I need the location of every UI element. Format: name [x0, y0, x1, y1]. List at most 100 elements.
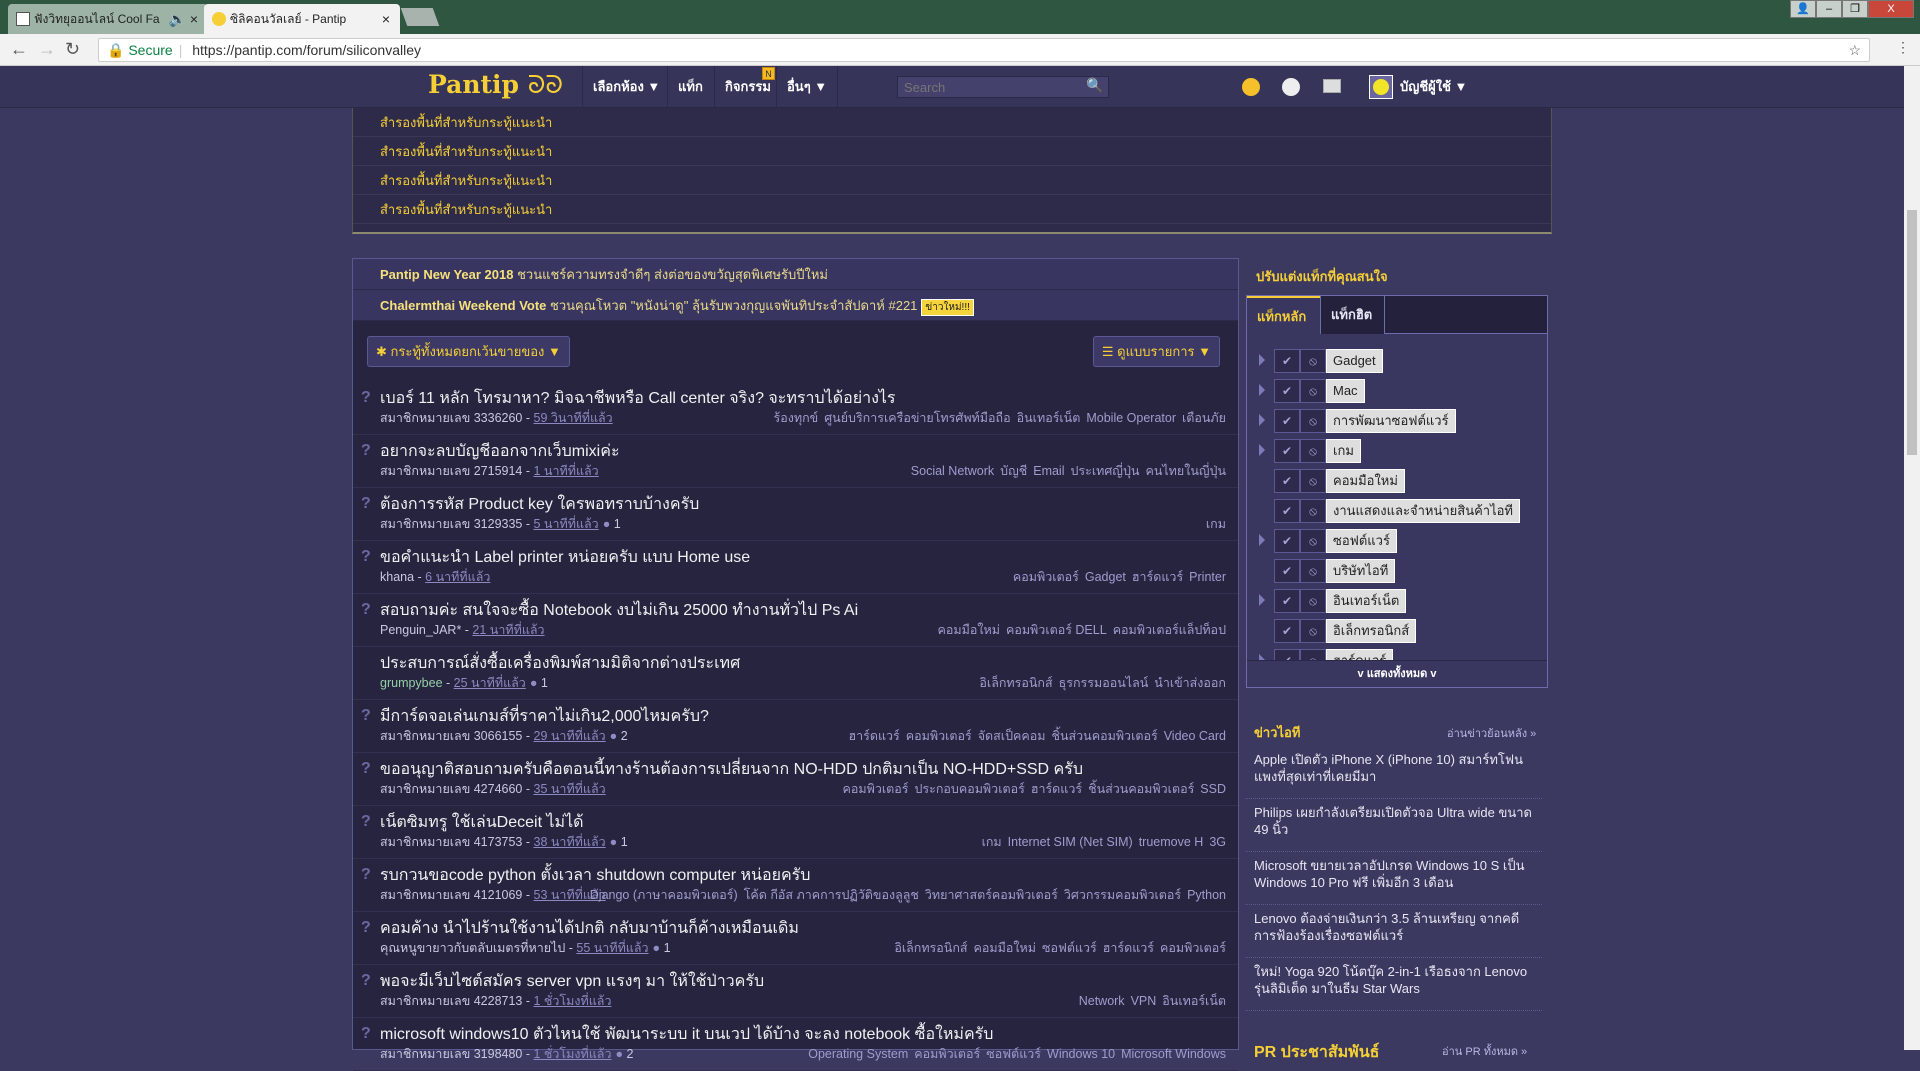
expand-arrow-icon[interactable]	[1259, 354, 1265, 366]
pr-all-link[interactable]: อ่าน PR ทั้งหมด »	[1442, 1042, 1527, 1060]
topic-tag[interactable]: เกม	[1206, 517, 1226, 531]
forward-icon[interactable]: →	[38, 39, 56, 60]
topic-tag[interactable]: คอมพิวเตอร์แล็ปท็อป	[1113, 623, 1226, 637]
block-icon[interactable]: ⦸	[1300, 439, 1326, 463]
expand-arrow-icon[interactable]	[1259, 444, 1265, 456]
close-tab-icon[interactable]: ×	[382, 4, 390, 34]
topic-author[interactable]: สมาชิกหมายเลข 4173753	[380, 835, 522, 849]
topic-row[interactable]: ประสบการณ์สั่งซื้อเครื่องพิมพ์สามมิติจาก…	[353, 647, 1238, 700]
block-icon[interactable]: ⦸	[1300, 529, 1326, 553]
topic-row[interactable]: ? เน็ตซิมทรู ใช้เล่นDeceit ไม่ได้ สมาชิก…	[353, 806, 1238, 859]
topic-author[interactable]: Penguin_JAR*	[380, 623, 461, 637]
topic-row[interactable]: ? ขอคำแนะนำ Label printer หน่อยครับ แบบ …	[353, 541, 1238, 594]
topic-time[interactable]: 1 ชั่วโมงที่แล้ว	[534, 994, 612, 1008]
announcement[interactable]: Pantip New Year 2018 ชวนแชร์ความทรงจำดีๆ…	[353, 259, 1238, 290]
follow-check-icon[interactable]: ✔	[1274, 409, 1300, 433]
block-icon[interactable]: ⦸	[1300, 559, 1326, 583]
topic-time[interactable]: 5 นาทีที่แล้ว	[534, 517, 599, 531]
topic-time[interactable]: 21 นาทีที่แล้ว	[472, 623, 544, 637]
topic-tag[interactable]: อินเทอร์เน็ต	[1017, 411, 1081, 425]
menu-icon[interactable]: ⋮	[1896, 39, 1910, 56]
topic-tag[interactable]: คอมพิวเตอร์	[1160, 941, 1226, 955]
topic-tag[interactable]: Internet SIM (Net SIM)	[1008, 835, 1133, 849]
block-icon[interactable]: ⦸	[1300, 499, 1326, 523]
topic-author[interactable]: สมาชิกหมายเลข 4121069	[380, 888, 522, 902]
scrollbar-thumb[interactable]	[1907, 210, 1917, 455]
tag-name[interactable]: อินเทอร์เน็ต	[1326, 589, 1407, 613]
nav-more[interactable]: อื่นๆ ▼	[776, 66, 839, 108]
reserved-slot[interactable]: สำรองพื้นที่สำหรับกระทู้แนะนำ	[353, 195, 1551, 224]
topic-tag[interactable]: ซอฟต์แวร์	[986, 1047, 1041, 1061]
url-input[interactable]: 🔒 Secure | https://pantip.com/forum/silic…	[98, 38, 1870, 62]
topic-filter-dropdown[interactable]: ✱ กระทู้ทั้งหมดยกเว้นขายของ ▼	[367, 336, 570, 367]
block-icon[interactable]: ⦸	[1300, 619, 1326, 643]
topic-tag[interactable]: 3G	[1209, 835, 1226, 849]
topic-tag[interactable]: Gadget	[1085, 570, 1126, 584]
tab-main-tags[interactable]: แท็กหลัก	[1247, 296, 1320, 334]
topic-tag[interactable]: ชิ้นส่วนคอมพิวเตอร์	[1051, 729, 1157, 743]
topic-tag[interactable]: อิเล็กทรอนิกส์	[894, 941, 967, 955]
back-icon[interactable]: ←	[10, 39, 28, 60]
topic-tag[interactable]: คนไทยในญี่ปุ่น	[1145, 464, 1226, 478]
topic-row[interactable]: ? microsoft windows10 ตัวไหนใช้ พัฒนาระบ…	[353, 1018, 1238, 1071]
browser-tab-active[interactable]: ซิลิคอนวัลเลย์ - Pantip ×	[204, 4, 400, 34]
topic-tag[interactable]: ฮาร์ดแวร์	[848, 729, 899, 743]
topic-tag[interactable]: truemove H	[1139, 835, 1204, 849]
topic-tag[interactable]: บัญชี	[1000, 464, 1027, 478]
pantip-logo[interactable]: Pantip ᘐᘐ	[428, 70, 563, 100]
topic-tag[interactable]: ฮาร์ดแวร์	[1031, 782, 1082, 796]
message-icon[interactable]	[1323, 79, 1341, 93]
topic-tag[interactable]: วิศวกรรมคอมพิวเตอร์	[1064, 888, 1181, 902]
topic-tag[interactable]: วิทยาศาสตร์คอมพิวเตอร์	[925, 888, 1058, 902]
follow-check-icon[interactable]: ✔	[1274, 469, 1300, 493]
topic-tag[interactable]: โค้ด กีอัส ภาคการปฏิวัติของลูลูช	[744, 888, 919, 902]
topic-tag[interactable]: ศูนย์บริการเครือข่ายโทรศัพท์มือถือ	[824, 411, 1010, 425]
follow-check-icon[interactable]: ✔	[1274, 589, 1300, 613]
topic-time[interactable]: 25 นาทีที่แล้ว	[454, 676, 526, 690]
emoticon-icon[interactable]	[1282, 78, 1300, 96]
topic-author[interactable]: สมาชิกหมายเลข 2715914	[380, 464, 522, 478]
tag-name[interactable]: เกม	[1326, 439, 1361, 463]
topic-author[interactable]: สมาชิกหมายเลข 3129335	[380, 517, 522, 531]
reserved-slot[interactable]: สำรองพื้นที่สำหรับกระทู้แนะนำ	[353, 108, 1551, 137]
topic-tag[interactable]: Network	[1079, 994, 1125, 1008]
block-icon[interactable]: ⦸	[1300, 379, 1326, 403]
expand-arrow-icon[interactable]	[1259, 534, 1265, 546]
topic-row[interactable]: ? รบกวนขอcode python ตั้งเวลา shutdown c…	[353, 859, 1238, 912]
news-item[interactable]: ใหม่! Yoga 920 โน้ตบุ๊ค 2-in-1 เรือธงจาก…	[1245, 958, 1542, 1011]
topic-time[interactable]: 29 นาทีที่แล้ว	[534, 729, 606, 743]
topic-tag[interactable]: คอมมือใหม่	[938, 623, 1000, 637]
topic-time[interactable]: 1 ชั่วโมงที่แล้ว	[534, 1047, 612, 1061]
show-all-tags-button[interactable]: v แสดงทั้งหมด v	[1247, 660, 1547, 687]
topic-tag[interactable]: อินเทอร์เน็ต	[1162, 994, 1226, 1008]
topic-tag[interactable]: Printer	[1189, 570, 1226, 584]
follow-check-icon[interactable]: ✔	[1274, 439, 1300, 463]
announcement[interactable]: Chalermthai Weekend Vote ชวนคุณโหวต "หนั…	[353, 290, 1238, 321]
topic-tag[interactable]: ชิ้นส่วนคอมพิวเตอร์	[1088, 782, 1194, 796]
topic-tag[interactable]: คอมพิวเตอร์	[906, 729, 972, 743]
reserved-slot[interactable]: สำรองพื้นที่สำหรับกระทู้แนะนำ	[353, 166, 1551, 195]
topic-author[interactable]: grumpybee	[380, 676, 443, 690]
topic-time[interactable]: 55 นาทีที่แล้ว	[576, 941, 648, 955]
tag-name[interactable]: ซอฟต์แวร์	[1326, 529, 1397, 553]
topic-tag[interactable]: นำเข้าส่งออก	[1154, 676, 1226, 690]
topic-tag[interactable]: คอมพิวเตอร์	[914, 1047, 980, 1061]
topic-time[interactable]: 1 นาทีที่แล้ว	[534, 464, 599, 478]
topic-tag[interactable]: ประกอบคอมพิวเตอร์	[914, 782, 1024, 796]
news-item[interactable]: Apple เปิดตัว iPhone X (iPhone 10) สมาร์…	[1245, 746, 1542, 799]
block-icon[interactable]: ⦸	[1300, 469, 1326, 493]
topic-tag[interactable]: จัดสเป็คคอม	[978, 729, 1046, 743]
topic-tag[interactable]: Video Card	[1164, 729, 1226, 743]
topic-tag[interactable]: Social Network	[911, 464, 994, 478]
topic-row[interactable]: ? มีการ์ดจอเล่นเกมส์ที่ราคาไม่เกิน2,000ไ…	[353, 700, 1238, 753]
tag-name[interactable]: อิเล็กทรอนิกส์	[1326, 619, 1417, 643]
news-item[interactable]: Microsoft ขยายเวลาอัปเกรด Windows 10 S เ…	[1245, 852, 1542, 905]
news-item[interactable]: Philips เผยกำลังเตรียมเปิดตัวจอ Ultra wi…	[1245, 799, 1542, 852]
reload-icon[interactable]: ↻	[65, 39, 80, 60]
topic-author[interactable]: สมาชิกหมายเลข 3198480	[380, 1047, 522, 1061]
account-menu[interactable]: บัญชีผู้ใช้ ▼	[1400, 66, 1467, 108]
browser-tab[interactable]: ฟังวิทยุออนไลน์ Cool Fa 🔈 ×	[8, 4, 208, 34]
tag-name[interactable]: งานแสดงและจำหน่ายสินค้าไอที	[1326, 499, 1520, 523]
topic-tag[interactable]: ฮาร์ดแวร์	[1103, 941, 1154, 955]
reserved-slot[interactable]: สำรองพื้นที่สำหรับกระทู้แนะนำ	[353, 137, 1551, 166]
